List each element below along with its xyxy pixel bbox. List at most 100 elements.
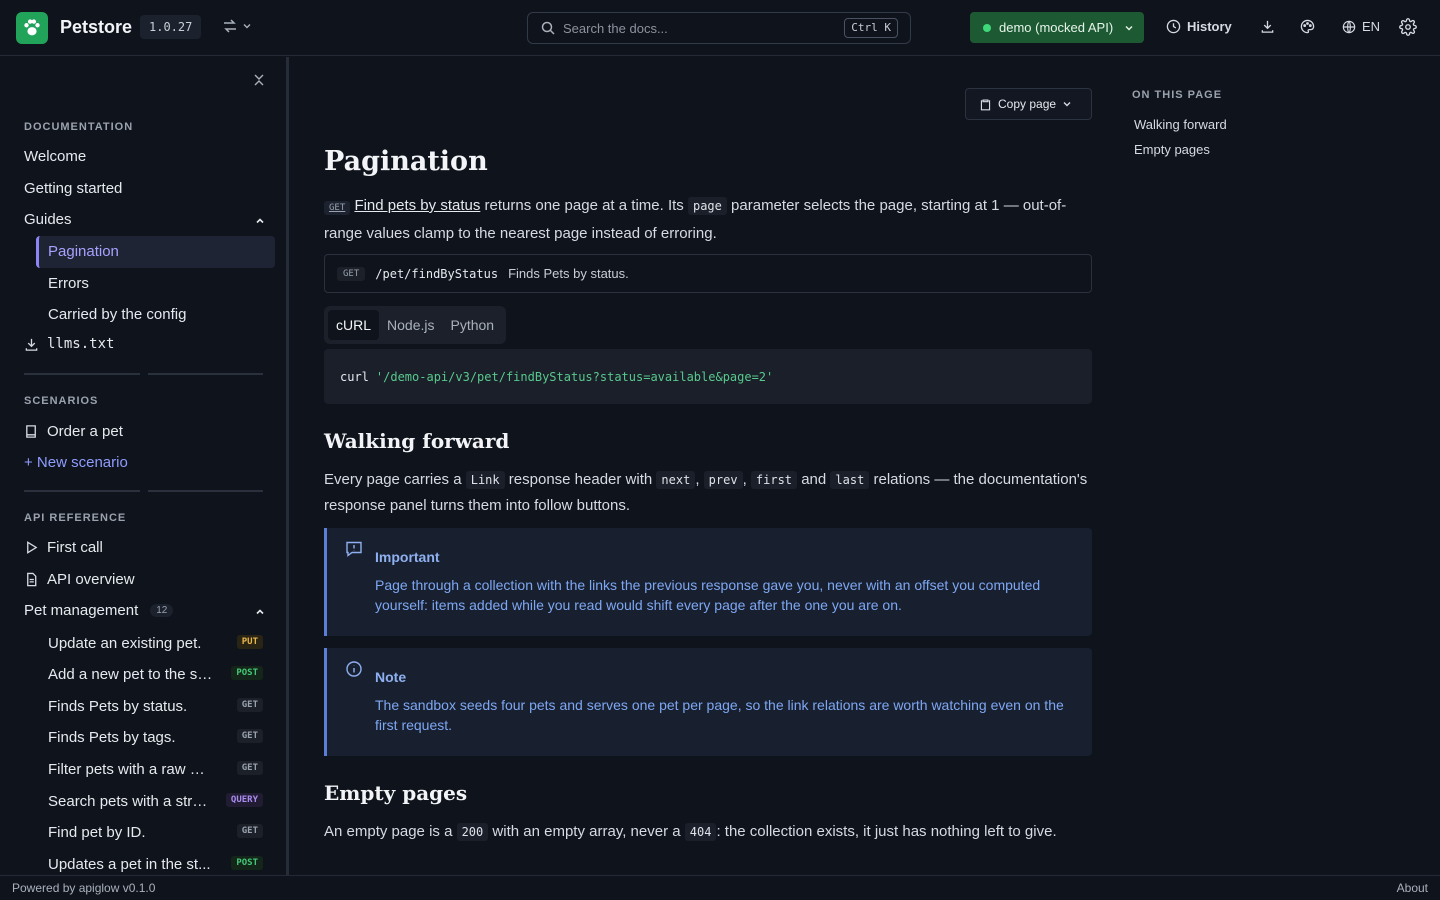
clipboard-icon (980, 98, 991, 110)
theme-button[interactable] (1300, 19, 1315, 34)
callout-title: Note (375, 669, 407, 685)
search-shortcut: Ctrl K (844, 18, 898, 38)
environment-select[interactable]: demo (mocked API) (970, 12, 1144, 43)
play-icon (27, 541, 38, 554)
heading-walking-forward: Walking forward (324, 429, 510, 453)
endpoint-item[interactable]: Add a new pet to the st... POST (48, 665, 263, 683)
code-argument: '/demo-api/v3/pet/findByStatus?status=av… (375, 369, 774, 384)
callout-title: Important (375, 549, 440, 565)
sidebar-item-welcome[interactable]: Welcome (24, 148, 86, 165)
sidebar-item-guides[interactable]: Guides (24, 211, 72, 228)
sidebar-item-getting-started[interactable]: Getting started (24, 180, 122, 197)
footer: Powered by apiglow v0.1.0 About (0, 875, 1440, 900)
sidebar-item-api-overview[interactable]: API overview (24, 571, 135, 588)
book-icon (26, 425, 36, 438)
divider (24, 373, 140, 375)
api-overview-label: API overview (47, 571, 135, 588)
paw-logo-icon[interactable] (16, 12, 48, 44)
endpoint-item[interactable]: Finds Pets by tags. GET (48, 728, 263, 746)
code-tabs: cURL Node.js Python (324, 306, 507, 344)
method-badge[interactable]: GET (324, 201, 351, 215)
paragraph-text: and (797, 471, 831, 488)
method-badge: POST (231, 856, 263, 870)
tab-nodejs[interactable]: Node.js (379, 310, 442, 340)
history-button[interactable]: History (1166, 19, 1232, 34)
method-badge: POST (231, 666, 263, 680)
endpoint-item[interactable]: Search pets with a stru... QUERY (48, 792, 263, 810)
collapse-icon (254, 74, 264, 86)
endpoint-label: Add a new pet to the st... (48, 665, 213, 683)
sidebar-item-order-pet[interactable]: Order a pet (24, 423, 123, 440)
chevron-down-icon (243, 24, 251, 29)
language-label: EN (1362, 19, 1381, 34)
download-icon (25, 338, 38, 351)
endpoint-item[interactable]: Finds Pets by status. GET (48, 697, 263, 715)
message-alert-icon (346, 541, 362, 557)
tab-python[interactable]: Python (442, 310, 502, 340)
section-title-documentation: DOCUMENTATION (24, 121, 134, 133)
endpoint-item[interactable]: Filter pets with a raw qu... GET (48, 760, 263, 778)
sidebar-resize-handle[interactable] (286, 57, 289, 875)
callout-body: Page through a collection with the links… (375, 577, 1041, 613)
palette-icon (1300, 19, 1315, 34)
sidebar-item-pagination[interactable]: Pagination (48, 243, 119, 260)
sidebar-item-errors[interactable]: Errors (48, 275, 89, 292)
swap-icon (224, 19, 236, 33)
version-badge[interactable]: 1.0.27 (140, 15, 202, 39)
endpoint-path: /pet/findByStatus (375, 266, 499, 281)
globe-icon (1342, 20, 1356, 33)
divider (148, 373, 263, 375)
section-title-scenarios: SCENARIOS (24, 395, 99, 407)
method-badge: GET (236, 729, 263, 743)
top-header: Petstore 1.0.27 Ctrl K demo (mocked API)… (0, 0, 1440, 56)
page-title: Pagination (324, 146, 488, 177)
sidebar-item-first-call[interactable]: First call (24, 539, 103, 556)
toc-item-empty-pages[interactable]: Empty pages (1134, 142, 1210, 157)
endpoint-card[interactable]: GET /pet/findByStatus Finds Pets by stat… (324, 254, 1092, 293)
endpoint-label: Updates a pet in the st... (48, 855, 211, 873)
status-dot (983, 23, 991, 32)
download-button[interactable] (1260, 19, 1275, 34)
sidebar-item-pet-management[interactable]: Pet management 12 (24, 602, 174, 619)
settings-button[interactable] (1399, 18, 1417, 36)
version-switch-button[interactable] (222, 18, 252, 34)
inline-code: first (750, 471, 798, 489)
new-scenario-link[interactable]: + New scenario (24, 454, 128, 471)
endpoint-label: Finds Pets by tags. (48, 728, 176, 746)
search-box[interactable]: Ctrl K (527, 12, 911, 44)
chevron-down-icon (1125, 26, 1133, 31)
heading-empty-pages: Empty pages (324, 781, 468, 805)
toc-item-walking-forward[interactable]: Walking forward (1134, 117, 1227, 132)
chevron-up-icon[interactable] (255, 607, 265, 617)
powered-by-link[interactable]: Powered by apiglow v0.1.0 (12, 881, 155, 895)
gear-icon (1399, 18, 1417, 36)
tab-curl[interactable]: cURL (328, 310, 380, 340)
sidebar-item-carried-by-config[interactable]: Carried by the config (48, 306, 186, 323)
search-input[interactable] (563, 20, 823, 36)
search-icon (541, 21, 555, 35)
brand-name[interactable]: Petstore (60, 17, 132, 38)
divider (24, 490, 140, 492)
document-icon (27, 572, 37, 587)
endpoint-item[interactable]: Find pet by ID. GET (48, 823, 263, 841)
sidebar-item-llms[interactable]: llms.txt (24, 336, 114, 352)
chevron-up-icon[interactable] (255, 216, 265, 226)
collapse-sidebar-button[interactable] (252, 73, 266, 87)
endpoint-label: Update an existing pet. (48, 634, 202, 652)
method-badge: GET (236, 698, 263, 712)
llms-label: llms.txt (47, 336, 115, 352)
language-button[interactable]: EN (1342, 19, 1380, 34)
intro-paragraph: GET Find pets by status returns one page… (324, 193, 1092, 246)
code-block[interactable]: curl '/demo-api/v3/pet/findByStatus?stat… (324, 349, 1092, 404)
endpoint-label: Filter pets with a raw qu... (48, 760, 213, 778)
about-link[interactable]: About (1397, 881, 1428, 895)
environment-label: demo (mocked API) (999, 20, 1114, 35)
copy-page-button[interactable]: Copy page (965, 88, 1092, 120)
toc-title: ON THIS PAGE (1132, 89, 1223, 101)
endpoint-item[interactable]: Updates a pet in the st... POST (48, 855, 263, 873)
find-pets-link[interactable]: Find pets by status (354, 197, 480, 214)
paragraph-text: , (742, 471, 751, 488)
download-icon (1261, 20, 1274, 33)
endpoint-item[interactable]: Update an existing pet. PUT (48, 634, 263, 652)
method-badge: GET (236, 824, 263, 838)
